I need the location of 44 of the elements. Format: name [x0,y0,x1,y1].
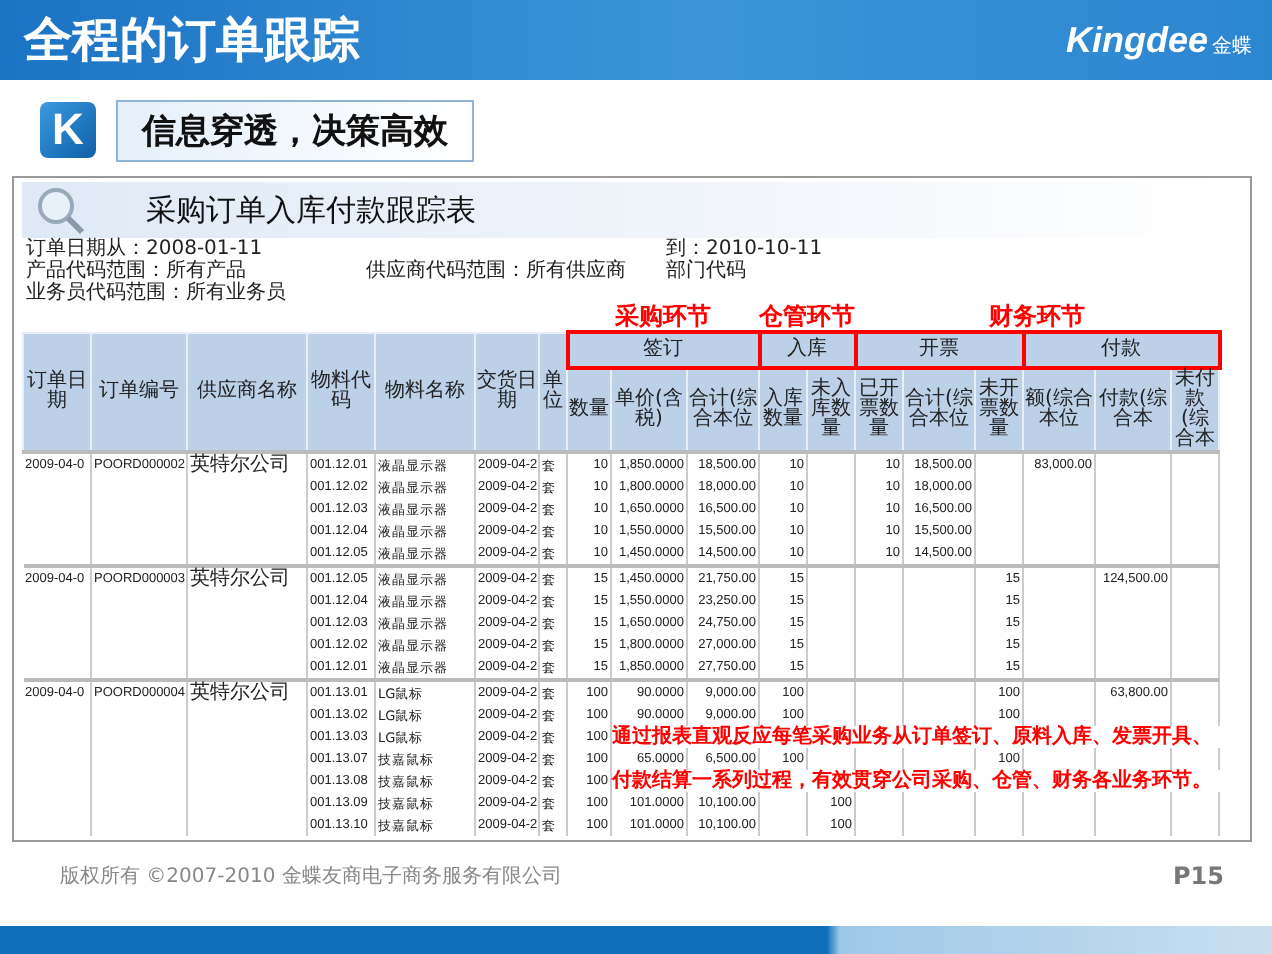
report-title: 采购订单入库付款跟踪表 [146,191,476,229]
column-header: 合计(综合本位 [903,368,975,452]
column-header: 订单日期 [23,332,91,452]
filter-text: 到：2010-10-11 [666,238,825,260]
column-group-header: 开票 [855,332,1023,368]
column-header: 额(综合本位 [1023,368,1095,452]
table-cell: 英特尔公司 [190,567,290,589]
table-cell: 英特尔公司 [190,681,290,703]
stage-label: 采购环节 [615,302,711,330]
annotation-text: 通过报表直观反应每笔采购业务从订单签订、原料入库、发票开具、 [612,725,1212,747]
annotation-text: 付款结算一系列过程，有效贯穿公司采购、仓管、财务各业务环节。 [612,769,1212,791]
column-group-header: 签订 [567,332,759,368]
column-header: 供应商名称 [187,332,307,452]
filter-text: 业务员代码范围：所有业务员 [26,282,288,304]
column-header: 物料代码 [307,332,375,452]
column-header: 已开票数量 [855,368,903,452]
filter-text: 部门代码 [666,260,748,282]
column-header: 订单编号 [91,332,187,452]
column-header: 单价(含税) [611,368,687,452]
stage-label: 仓管环节 [759,302,855,330]
column-header: 未开票数量 [975,368,1023,452]
filter-text: 产品代码范围：所有产品 [26,260,246,282]
column-group-header: 付款 [1023,332,1219,368]
copyright-text: 版权所有 ©2007-2010 金蝶友商电子商务服务有限公司 [60,863,562,890]
k-logo-icon: K [40,102,96,158]
stage-label: 财务环节 [989,302,1085,330]
column-header: 入库数量 [759,368,807,452]
table-cell: 英特尔公司 [190,453,290,475]
filter-text: 供应商代码范围：所有供应商 [366,260,628,282]
column-header: 未付款(综合本 [1171,368,1219,452]
column-header: 交货日期 [475,332,539,452]
column-group-header: 入库 [759,332,855,368]
slide-title: 全程的订单跟踪 [24,10,360,72]
column-header: 未入库数量 [807,368,855,452]
column-header: 物料名称 [375,332,475,452]
magnifier-icon [34,184,86,236]
page-number: P15 [1173,862,1224,890]
column-header: 付款(综合本 [1095,368,1171,452]
logo: Kingdee 金蝶 [1065,19,1252,61]
subtitle-banner: 信息穿透，决策高效 [116,99,474,161]
filter-text: 订单日期从：2008-01-11 [26,238,265,260]
column-header: 合计(综合本位 [687,368,759,452]
column-header: 数量 [567,368,611,452]
column-header: 单位 [539,332,567,452]
